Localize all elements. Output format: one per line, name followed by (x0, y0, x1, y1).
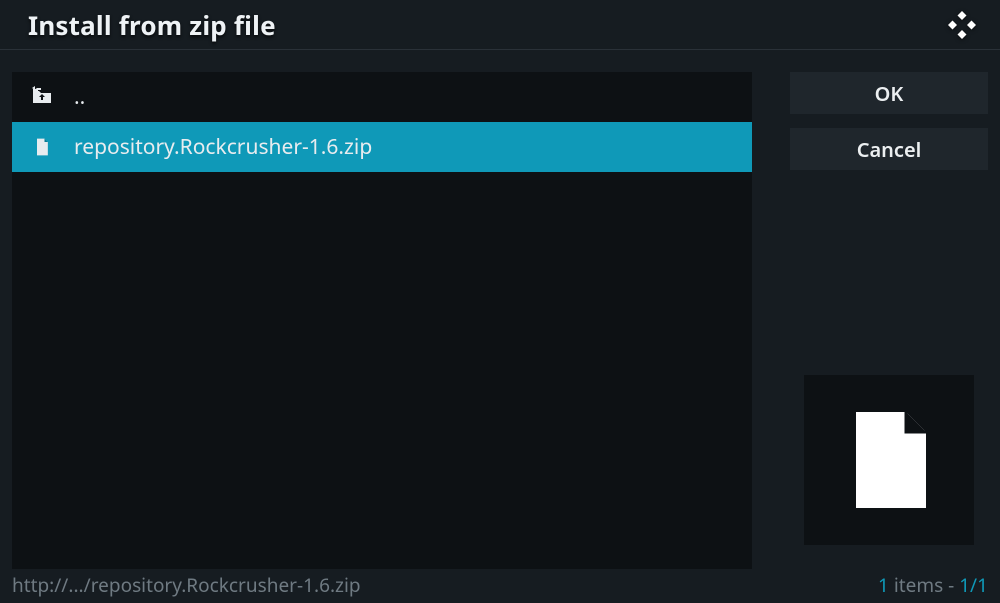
ok-button[interactable]: OK (790, 72, 988, 114)
list-item-file[interactable]: repository.Rockcrusher-1.6.zip (12, 122, 752, 172)
status-count-number: 1 (878, 572, 889, 598)
status-path: http://.../repository.Rockcrusher-1.6.zi… (12, 572, 361, 598)
status-bar: http://.../repository.Rockcrusher-1.6.zi… (12, 573, 988, 597)
list-item-label: repository.Rockcrusher-1.6.zip (74, 133, 372, 161)
file-list[interactable]: .. repository.Rockcrusher-1.6.zip (12, 72, 752, 569)
folder-up-icon (30, 85, 54, 109)
file-icon (30, 135, 54, 159)
status-count-label: items - (889, 572, 959, 598)
status-count: 1 items - 1/1 (878, 572, 988, 598)
preview-thumbnail (804, 375, 974, 545)
dialog-title: Install from zip file (28, 7, 276, 43)
status-page: 1/1 (959, 572, 988, 598)
list-item-parent[interactable]: .. (12, 72, 752, 122)
dialog-header: Install from zip file (0, 0, 1000, 50)
main-area: .. repository.Rockcrusher-1.6.zip OK Can… (12, 72, 988, 569)
list-item-label: .. (74, 83, 85, 111)
cancel-button[interactable]: Cancel (790, 128, 988, 170)
side-panel: OK Cancel (790, 72, 988, 569)
file-preview-icon (852, 412, 926, 508)
kodi-logo-icon (946, 9, 978, 41)
